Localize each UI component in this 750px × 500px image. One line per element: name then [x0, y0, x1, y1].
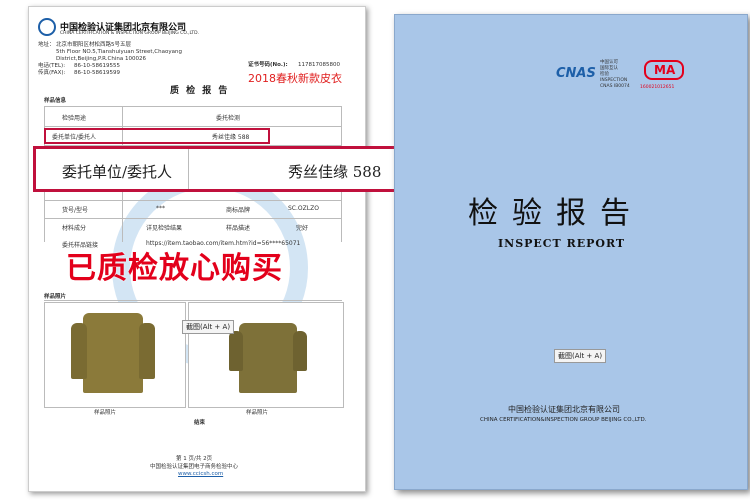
row-label-description: 样品描述 — [226, 225, 251, 232]
cover-subtitle: INSPECT REPORT — [498, 237, 626, 250]
end-mark: 结束 — [194, 420, 206, 426]
table-row — [44, 200, 342, 201]
report-title: 质 检 报 告 — [170, 86, 230, 96]
sample-photo-back — [188, 302, 344, 408]
jacket-front-image — [83, 313, 143, 393]
zoom-divider — [188, 149, 189, 189]
page-info: 第 1 页/共 2页 — [176, 456, 213, 462]
fax-value: 86-10-58619599 — [74, 70, 120, 76]
row-value-purpose: 委托检测 — [216, 115, 241, 122]
section-sample-info: 样品信息 — [44, 98, 67, 104]
cert-no-value: 117817085800 — [298, 62, 340, 68]
address-cn: 北京市朝阳区材松西路5号五层 — [56, 42, 132, 48]
capture-button[interactable]: 截图(Alt + A) — [182, 320, 235, 334]
product-annotation: 2018春秋新款皮衣 — [248, 72, 342, 85]
footer-url[interactable]: www.ccicsh.com — [178, 471, 223, 478]
cert-no-label: 证书号码(No.): — [248, 62, 288, 68]
cnas-text1: 中国认可 — [600, 60, 618, 65]
cma-number: 160021012651 — [640, 85, 675, 90]
tel-value: 86-10-58619555 — [74, 63, 120, 69]
row-label-purpose: 检验用途 — [62, 115, 87, 122]
jacket-back-image — [239, 323, 297, 393]
cover-org-name: 中国检验认证集团北京有限公司 — [508, 405, 620, 414]
cnas-text5: CNAS IB0074 — [600, 84, 630, 89]
cnas-text2: 国际互认 — [600, 66, 618, 71]
cover-org-name-en: CHINA CERTIFICATION&INSPECTION GROUP BEI… — [480, 417, 647, 423]
jacket-sleeve-right — [139, 323, 155, 379]
row-value-description: 完好 — [296, 225, 309, 232]
table-row — [44, 126, 342, 127]
jacket-sleeve-left — [71, 323, 87, 379]
divider — [44, 300, 342, 301]
quality-stamp-text: 已质检放心购买 — [66, 251, 283, 286]
client-row-highlight — [44, 128, 270, 144]
zoom-client-value: 秀丝佳缘 588 — [288, 163, 382, 181]
address-en-line2: District,Beijing,P.R.China 100026 — [56, 56, 147, 62]
row-label-material: 材料成分 — [62, 225, 87, 232]
zoom-client-label: 委托单位/委托人 — [62, 163, 173, 181]
row-label-model: 货号/型号 — [62, 207, 89, 214]
table-row — [44, 218, 342, 219]
cma-logo-text: MA — [654, 63, 676, 77]
photo-caption-right: 样品照片 — [246, 410, 269, 416]
row-label-brand: 商标品牌 — [226, 207, 251, 214]
cover-title: 检验报告 — [468, 196, 644, 231]
jacket-sleeve-right — [293, 331, 307, 371]
cnas-text3: 检验 — [600, 72, 609, 77]
address-label: 地址： — [38, 42, 55, 48]
row-value-material: 详见检验结果 — [146, 225, 183, 232]
fax-label: 传真(FAX): — [38, 70, 66, 76]
jacket-sleeve-left — [229, 331, 243, 371]
photo-caption-left: 样品照片 — [94, 410, 117, 416]
tel-label: 电话(TEL): — [38, 63, 66, 69]
footer-org: 中国检验认证集团电子商务检验中心 — [150, 464, 239, 470]
row-value-model: *** — [156, 205, 165, 212]
sample-photo-front — [44, 302, 186, 408]
cnas-text4: INSPECTION — [600, 78, 628, 83]
cnas-logo-icon: CNAS — [556, 66, 596, 81]
cover-capture-button[interactable]: 截图(Alt + A) — [554, 349, 607, 363]
row-value-brand: SC.OZLZO — [288, 205, 319, 212]
address-en-line1: 5th Floor NO.5,Tianshuiyuan Street,Chaoy… — [56, 49, 182, 55]
ccic-logo-icon — [38, 18, 56, 36]
report-org-name-en: CHINA CERTIFICATION & INSPECTION GROUP B… — [60, 31, 200, 36]
cma-logo-icon: MA — [644, 60, 684, 80]
